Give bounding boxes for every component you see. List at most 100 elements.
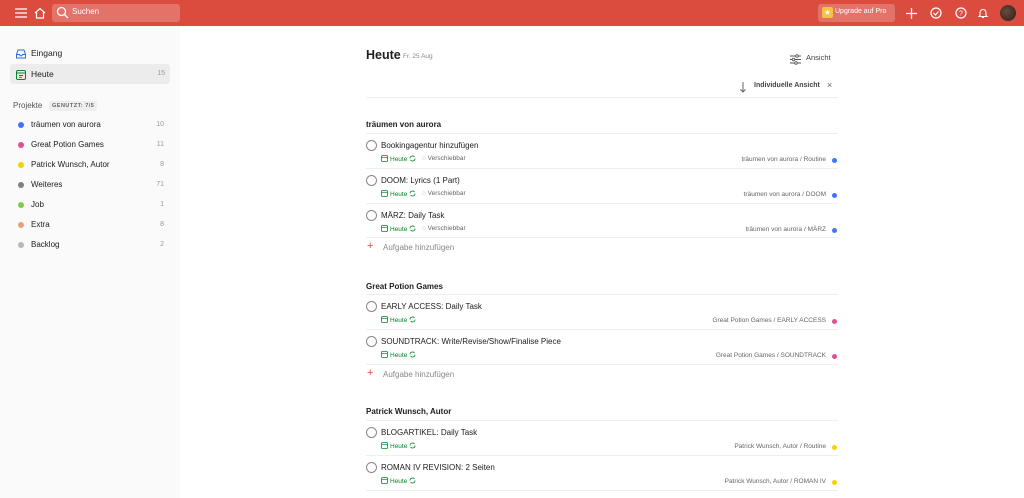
menu-icon[interactable] xyxy=(12,4,30,22)
svg-text:?: ? xyxy=(959,11,963,18)
task-project-path[interactable]: Patrick Wunsch, Autor / ROMAN IV xyxy=(725,478,826,485)
close-icon[interactable]: × xyxy=(827,80,832,90)
task-checkbox[interactable] xyxy=(366,336,377,347)
bell-icon[interactable] xyxy=(974,4,992,22)
recurring-icon xyxy=(409,225,416,234)
task-checkbox[interactable] xyxy=(366,140,377,151)
project-color-dot xyxy=(832,158,837,163)
project-label: träumen von aurora xyxy=(31,120,101,129)
task-project-path[interactable]: Patrick Wunsch, Autor / Routine xyxy=(734,443,826,450)
task-item[interactable]: MÄRZ: Daily Task Heute ◌ Verschiebbar tr… xyxy=(366,204,838,238)
productivity-icon[interactable] xyxy=(927,4,945,22)
plus-icon: + xyxy=(367,240,374,252)
sidebar-item-today[interactable]: Heute 15 xyxy=(10,64,170,84)
add-task-button[interactable]: + Aufgabe hinzufügen xyxy=(366,367,566,382)
project-color-dot xyxy=(18,242,24,248)
sidebar-project-item[interactable]: Extra 8 xyxy=(10,216,170,234)
projects-heading[interactable]: Projekte xyxy=(13,101,42,110)
movable-label: ◌ Verschiebbar xyxy=(422,225,466,232)
upgrade-button[interactable]: ★ Upgrade auf Pro xyxy=(818,4,895,22)
task-title[interactable]: MÄRZ: Daily Task xyxy=(381,211,444,220)
calendar-icon xyxy=(381,190,388,199)
project-label: Extra xyxy=(31,220,50,229)
task-item[interactable]: BLOGARTIKEL: Daily Task Heute Patrick Wu… xyxy=(366,421,838,455)
task-item[interactable]: EARLY ACCESS: Daily Task Heute Great Pot… xyxy=(366,295,838,329)
task-project-path[interactable]: träumen von aurora / DOOM xyxy=(744,191,826,198)
inbox-icon xyxy=(15,47,27,59)
task-item[interactable]: ROMAN IV REVISION: 2 Seiten Heute Patric… xyxy=(366,456,838,490)
add-task-label: Aufgabe hinzufügen xyxy=(383,370,455,379)
due-date[interactable]: Heute xyxy=(381,442,416,451)
project-count: 71 xyxy=(156,181,164,188)
project-color-dot xyxy=(832,228,837,233)
help-icon[interactable]: ? xyxy=(952,4,970,22)
due-date[interactable]: Heute xyxy=(381,225,416,234)
add-task-label: Aufgabe hinzufügen xyxy=(383,243,455,252)
project-count: 1 xyxy=(160,201,164,208)
add-task-button[interactable]: + Aufgabe hinzufügen xyxy=(366,240,566,255)
task-checkbox[interactable] xyxy=(366,210,377,221)
calendar-icon xyxy=(381,442,388,451)
task-title[interactable]: BLOGARTIKEL: Daily Task xyxy=(381,428,477,437)
task-project-path[interactable]: träumen von aurora / Routine xyxy=(741,156,826,163)
search-input[interactable]: Suchen xyxy=(52,4,180,22)
star-icon: ★ xyxy=(822,7,833,18)
custom-view-indicator[interactable]: Individuelle Ansicht × xyxy=(738,80,838,93)
recurring-icon xyxy=(409,442,416,451)
project-color-dot xyxy=(18,182,24,188)
avatar[interactable] xyxy=(1000,5,1016,21)
due-date[interactable]: Heute xyxy=(381,477,416,486)
task-checkbox[interactable] xyxy=(366,462,377,473)
due-date[interactable]: Heute xyxy=(381,316,416,325)
project-color-dot xyxy=(832,193,837,198)
task-project-path[interactable]: Great Potion Games / EARLY ACCESS xyxy=(712,317,826,324)
section-title: Great Potion Games xyxy=(366,282,443,291)
sidebar-item-inbox[interactable]: Eingang xyxy=(10,43,170,63)
movable-text: Verschiebbar xyxy=(427,155,466,162)
due-label: Heute xyxy=(390,478,408,485)
task-checkbox[interactable] xyxy=(366,175,377,186)
home-icon[interactable] xyxy=(31,4,49,22)
task-title[interactable]: SOUNDTRACK: Write/Revise/Show/Finalise P… xyxy=(381,337,561,346)
section-title: Patrick Wunsch, Autor xyxy=(366,407,452,416)
task-item[interactable]: SOUNDTRACK: Write/Revise/Show/Finalise P… xyxy=(366,330,838,364)
task-checkbox[interactable] xyxy=(366,427,377,438)
task-item[interactable]: Bookingagentur hinzufügen Heute ◌ Versch… xyxy=(366,134,838,168)
view-label: Ansicht xyxy=(806,53,831,62)
top-bar: Suchen ★ Upgrade auf Pro ? xyxy=(0,0,1024,26)
project-color-dot xyxy=(18,162,24,168)
sidebar-project-item[interactable]: Weiteres 71 xyxy=(10,176,170,194)
view-button[interactable]: Ansicht xyxy=(788,51,836,65)
due-date[interactable]: Heute xyxy=(381,351,416,360)
page-title: Heute xyxy=(366,48,401,62)
add-icon[interactable] xyxy=(902,4,920,22)
due-label: Heute xyxy=(390,191,408,198)
sidebar-project-item[interactable]: Great Potion Games 11 xyxy=(10,136,170,154)
recurring-icon xyxy=(409,351,416,360)
task-item[interactable]: DOOM: Lyrics (1 Part) Heute ◌ Verschiebb… xyxy=(366,169,838,203)
due-label: Heute xyxy=(390,443,408,450)
due-date[interactable]: Heute xyxy=(381,190,416,199)
task-title[interactable]: DOOM: Lyrics (1 Part) xyxy=(381,176,460,185)
movable-label: ◌ Verschiebbar xyxy=(422,190,466,197)
movable-label: ◌ Verschiebbar xyxy=(422,155,466,162)
sidebar-project-item[interactable]: träumen von aurora 10 xyxy=(10,116,170,134)
task-title[interactable]: EARLY ACCESS: Daily Task xyxy=(381,302,482,311)
task-title[interactable]: ROMAN IV REVISION: 2 Seiten xyxy=(381,463,495,472)
calendar-icon xyxy=(381,155,388,164)
movable-text: Verschiebbar xyxy=(427,190,466,197)
sidebar-item-label: Eingang xyxy=(31,48,63,58)
sort-arrow-icon xyxy=(740,80,746,98)
sidebar-project-item[interactable]: Patrick Wunsch, Autor 8 xyxy=(10,156,170,174)
task-checkbox[interactable] xyxy=(366,301,377,312)
project-label: Great Potion Games xyxy=(31,140,104,149)
project-label: Weiteres xyxy=(31,180,63,189)
task-project-path[interactable]: Great Potion Games / SOUNDTRACK xyxy=(716,352,826,359)
sidebar-project-item[interactable]: Backlog 2 xyxy=(10,236,170,254)
calendar-icon xyxy=(15,68,27,80)
calendar-icon xyxy=(381,351,388,360)
due-date[interactable]: Heute xyxy=(381,155,416,164)
sidebar-project-item[interactable]: Job 1 xyxy=(10,196,170,214)
task-project-path[interactable]: träumen von aurora / MÄRZ xyxy=(745,226,826,233)
task-title[interactable]: Bookingagentur hinzufügen xyxy=(381,141,478,150)
